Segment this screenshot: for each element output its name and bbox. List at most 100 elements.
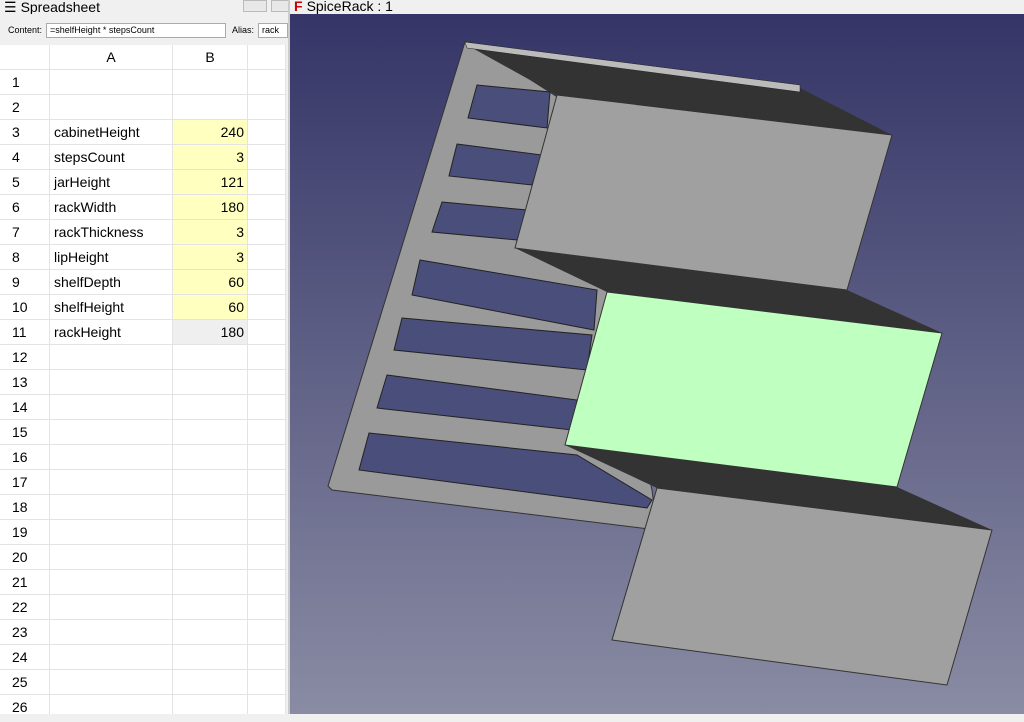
row-header[interactable]: 20	[0, 545, 50, 570]
cell-b[interactable]	[173, 370, 248, 395]
cell-c[interactable]	[248, 520, 286, 545]
cell-a[interactable]: rackWidth	[50, 195, 173, 220]
cell-c[interactable]	[248, 95, 286, 120]
column-header-c[interactable]	[248, 45, 286, 70]
cell-b[interactable]: 60	[173, 270, 248, 295]
row-header[interactable]: 21	[0, 570, 50, 595]
cell-a[interactable]	[50, 370, 173, 395]
cell-b[interactable]	[173, 345, 248, 370]
cell-c[interactable]	[248, 295, 286, 320]
cell-c[interactable]	[248, 695, 286, 715]
cell-b[interactable]	[173, 445, 248, 470]
alias-input[interactable]	[258, 22, 288, 38]
spreadsheet-grid[interactable]: A B 1 2 3 cabinetHeight 240 4 stepsCount 3 5 jarH…	[0, 45, 286, 715]
3d-view[interactable]	[288, 0, 1024, 716]
cell-c[interactable]	[248, 120, 286, 145]
row-header[interactable]: 9	[0, 270, 50, 295]
cell-a[interactable]: jarHeight	[50, 170, 173, 195]
cell-b[interactable]	[173, 620, 248, 645]
row-header[interactable]: 22	[0, 595, 50, 620]
cell-b[interactable]: 60	[173, 295, 248, 320]
cell-a[interactable]: stepsCount	[50, 145, 173, 170]
cell-a[interactable]	[50, 670, 173, 695]
cell-a[interactable]: lipHeight	[50, 245, 173, 270]
cell-a[interactable]: shelfDepth	[50, 270, 173, 295]
row-header[interactable]: 10	[0, 295, 50, 320]
cell-a[interactable]	[50, 70, 173, 95]
cell-c[interactable]	[248, 495, 286, 520]
row-header[interactable]: 17	[0, 470, 50, 495]
cell-a[interactable]	[50, 95, 173, 120]
row-header[interactable]: 11	[0, 320, 50, 345]
cell-b[interactable]	[173, 470, 248, 495]
cell-c[interactable]	[248, 395, 286, 420]
row-header[interactable]: 26	[0, 695, 50, 715]
row-header[interactable]: 23	[0, 620, 50, 645]
cell-b[interactable]: 3	[173, 220, 248, 245]
column-header-a[interactable]: A	[50, 45, 173, 70]
row-header[interactable]: 12	[0, 345, 50, 370]
cell-b[interactable]: 180	[173, 320, 248, 345]
row-header[interactable]: 25	[0, 670, 50, 695]
cell-a[interactable]	[50, 495, 173, 520]
cell-a[interactable]	[50, 345, 173, 370]
cell-b[interactable]	[173, 645, 248, 670]
cell-c[interactable]	[248, 470, 286, 495]
cell-b[interactable]	[173, 395, 248, 420]
cell-c[interactable]	[248, 370, 286, 395]
cell-a[interactable]: rackHeight	[50, 320, 173, 345]
cell-c[interactable]	[248, 620, 286, 645]
cell-b[interactable]: 121	[173, 170, 248, 195]
cell-a[interactable]	[50, 645, 173, 670]
cell-c[interactable]	[248, 670, 286, 695]
cell-a[interactable]	[50, 620, 173, 645]
row-header[interactable]: 24	[0, 645, 50, 670]
cell-a[interactable]	[50, 395, 173, 420]
cell-a[interactable]	[50, 570, 173, 595]
row-header[interactable]: 15	[0, 420, 50, 445]
cell-a[interactable]: cabinetHeight	[50, 120, 173, 145]
row-header[interactable]: 14	[0, 395, 50, 420]
cell-b[interactable]: 3	[173, 245, 248, 270]
cell-c[interactable]	[248, 345, 286, 370]
cell-b[interactable]	[173, 595, 248, 620]
cell-c[interactable]	[248, 595, 286, 620]
row-header[interactable]: 6	[0, 195, 50, 220]
cell-c[interactable]	[248, 545, 286, 570]
cell-a[interactable]	[50, 445, 173, 470]
cell-c[interactable]	[248, 270, 286, 295]
cell-c[interactable]	[248, 195, 286, 220]
cell-c[interactable]	[248, 70, 286, 95]
cell-b[interactable]: 240	[173, 120, 248, 145]
minimize-button[interactable]	[243, 0, 267, 12]
row-header[interactable]: 5	[0, 170, 50, 195]
column-header-b[interactable]: B	[173, 45, 248, 70]
row-header[interactable]: 4	[0, 145, 50, 170]
cell-c[interactable]	[248, 145, 286, 170]
cell-a[interactable]: rackThickness	[50, 220, 173, 245]
cell-b[interactable]	[173, 520, 248, 545]
cell-b[interactable]	[173, 570, 248, 595]
cell-c[interactable]	[248, 570, 286, 595]
cell-b[interactable]: 180	[173, 195, 248, 220]
cell-b[interactable]	[173, 670, 248, 695]
cell-c[interactable]	[248, 645, 286, 670]
cell-c[interactable]	[248, 320, 286, 345]
spice-rack-model[interactable]	[290, 0, 1024, 716]
row-header[interactable]: 7	[0, 220, 50, 245]
cell-c[interactable]	[248, 245, 286, 270]
cell-a[interactable]	[50, 695, 173, 715]
row-header[interactable]: 13	[0, 370, 50, 395]
cell-c[interactable]	[248, 445, 286, 470]
cell-b[interactable]	[173, 545, 248, 570]
row-header[interactable]: 16	[0, 445, 50, 470]
cell-c[interactable]	[248, 170, 286, 195]
cell-a[interactable]	[50, 470, 173, 495]
content-input[interactable]	[46, 22, 226, 38]
cell-b[interactable]	[173, 70, 248, 95]
cell-c[interactable]	[248, 420, 286, 445]
row-header[interactable]: 1	[0, 70, 50, 95]
cell-a[interactable]	[50, 420, 173, 445]
cell-b[interactable]: 3	[173, 145, 248, 170]
cell-a[interactable]	[50, 595, 173, 620]
